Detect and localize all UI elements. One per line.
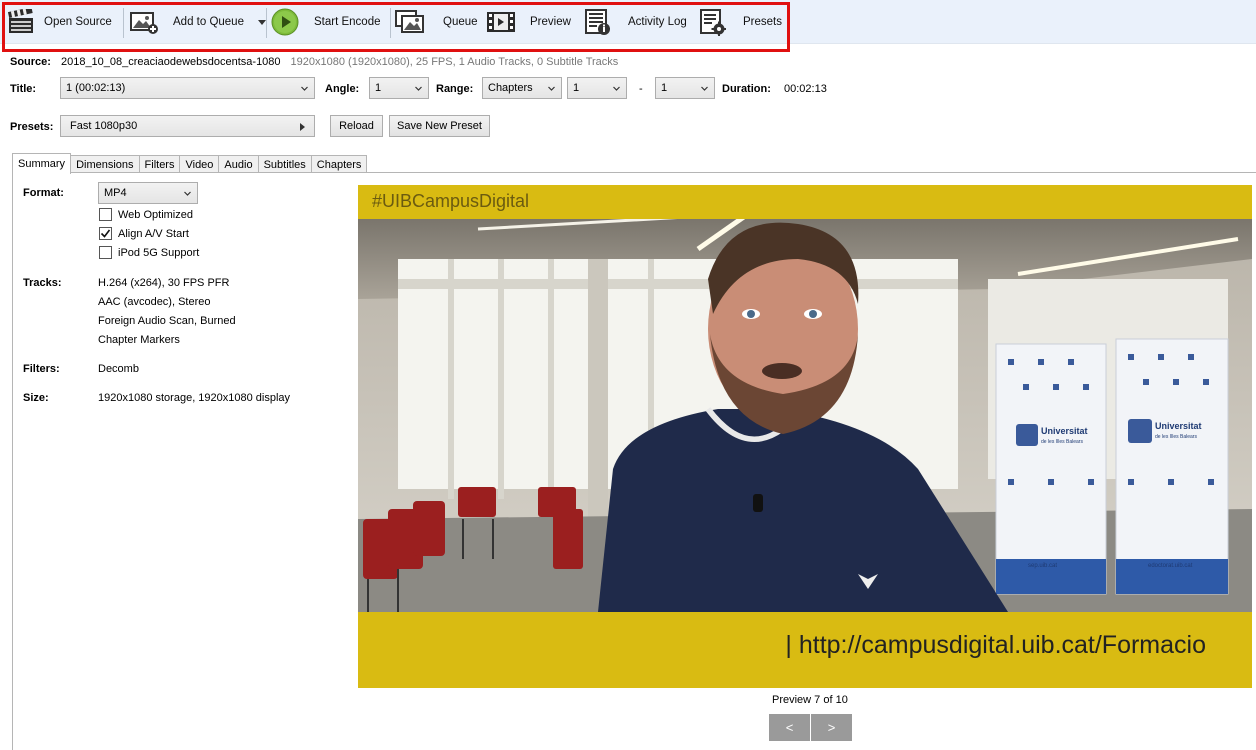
presets-row-label: Presets: — [10, 121, 54, 133]
web-optimized-label: Web Optimized — [118, 208, 193, 221]
presets-gear-icon — [697, 8, 727, 36]
range-start-select[interactable]: 1 — [567, 77, 627, 99]
start-encode-button[interactable]: Start Encode — [270, 8, 380, 36]
duration-value: 00:02:13 — [784, 83, 827, 95]
presets-button[interactable]: Presets — [697, 8, 782, 36]
toolbar: Open Source Add to Queue Start Encode Qu… — [0, 0, 1256, 44]
source-line: Source: 2018_10_08_creaciaodewebsdocents… — [10, 55, 618, 69]
source-details: 1920x1080 (1920x1080), 25 FPS, 1 Audio T… — [290, 56, 619, 68]
play-icon — [270, 8, 300, 36]
activity-log-button[interactable]: Activity Log — [582, 8, 687, 36]
title-label: Title: — [10, 83, 37, 95]
ipod-checkbox[interactable]: iPod 5G Support — [99, 246, 199, 259]
preview-hashtag: #UIBCampusDigital — [372, 191, 530, 211]
add-to-queue-button[interactable]: Add to Queue — [129, 8, 266, 36]
video-frame: Universitat de les Illes Balears Univers… — [358, 219, 1252, 612]
start-encode-label: Start Encode — [314, 16, 381, 28]
preview-url-text: | http://campusdigital.uib.cat/Formacio — [785, 631, 1206, 659]
next-preview-button[interactable]: > — [811, 714, 852, 741]
presets-label: Presets — [743, 16, 782, 28]
chevron-down-icon — [415, 86, 422, 91]
align-av-label: Align A/V Start — [118, 227, 189, 240]
filters-value: Decomb — [98, 363, 139, 375]
tab-summary[interactable]: Summary — [12, 153, 72, 174]
open-source-label: Open Source — [44, 16, 112, 28]
checkbox-box[interactable] — [99, 208, 112, 221]
chevron-right-icon — [300, 123, 305, 131]
range-start-value: 1 — [573, 82, 580, 94]
chevron-down-icon — [548, 86, 555, 91]
banner-brand-right: Universitat — [1155, 421, 1202, 431]
track-item: H.264 (x264), 30 FPS PFR — [98, 277, 230, 289]
chevron-down-icon — [701, 86, 708, 91]
range-mode-value: Chapters — [488, 82, 533, 94]
range-mode-select[interactable]: Chapters — [482, 77, 562, 99]
duration-label: Duration: — [722, 83, 771, 95]
track-item: Chapter Markers — [98, 334, 180, 346]
checkbox-box[interactable] — [99, 246, 112, 259]
queue-label: Queue — [443, 16, 478, 28]
size-label: Size: — [23, 392, 49, 404]
toolbar-separator — [266, 8, 267, 38]
tracks-label: Tracks: — [23, 277, 62, 289]
angle-select[interactable]: 1 — [369, 77, 429, 99]
images-icon — [395, 8, 425, 36]
reload-button[interactable]: Reload — [330, 115, 383, 137]
ipod-label: iPod 5G Support — [118, 246, 200, 259]
toolbar-separator — [123, 8, 124, 38]
clapperboard-icon — [6, 8, 36, 36]
banner-url-right: edoctorat.uib.cat — [1148, 563, 1193, 569]
range-label: Range: — [436, 83, 474, 95]
video-scene-illustration: Universitat de les Illes Balears Univers… — [358, 219, 1252, 612]
format-select-value: MP4 — [104, 187, 127, 199]
previous-preview-button[interactable]: < — [769, 714, 810, 741]
open-source-button[interactable]: Open Source — [6, 8, 112, 36]
preview-image: #UIBCampusDigital Universitat de les Ill… — [358, 185, 1252, 688]
source-name: 2018_10_08_creaciaodewebsdocentsa-1080 — [60, 56, 281, 68]
checkmark-icon — [100, 229, 111, 238]
format-select[interactable]: MP4 — [98, 182, 198, 204]
align-av-checkbox[interactable]: Align A/V Start — [99, 227, 189, 240]
banner-sub-right: de les Illes Balears — [1155, 434, 1197, 440]
add-to-queue-label: Add to Queue — [173, 16, 244, 28]
angle-label: Angle: — [325, 83, 360, 95]
chevron-down-icon — [301, 86, 308, 91]
chevron-down-icon[interactable] — [257, 19, 266, 25]
banner-url-left: sep.uib.cat — [1028, 563, 1057, 569]
range-end-select[interactable]: 1 — [655, 77, 715, 99]
activity-log-label: Activity Log — [628, 16, 687, 28]
film-icon — [486, 8, 516, 36]
preset-select-value: Fast 1080p30 — [70, 120, 138, 132]
web-optimized-checkbox[interactable]: Web Optimized — [99, 208, 193, 221]
title-select[interactable]: 1 (00:02:13) — [60, 77, 315, 99]
toolbar-separator — [390, 8, 391, 38]
preview-label: Preview — [530, 16, 571, 28]
add-image-icon — [129, 8, 159, 36]
save-new-preset-button[interactable]: Save New Preset — [389, 115, 490, 137]
source-label: Source: — [10, 56, 51, 68]
title-select-value: 1 (00:02:13) — [66, 82, 126, 94]
banner-sub-left: de les Illes Balears — [1041, 439, 1083, 445]
range-end-value: 1 — [661, 82, 668, 94]
queue-button[interactable]: Queue — [395, 8, 478, 36]
preview-caption: Preview 7 of 10 — [772, 694, 848, 706]
checkbox-box[interactable] — [99, 227, 112, 240]
preset-select[interactable]: Fast 1080p30 — [60, 115, 315, 137]
range-dash: - — [639, 83, 643, 95]
format-label: Format: — [23, 187, 64, 199]
track-item: Foreign Audio Scan, Burned — [98, 315, 236, 327]
angle-select-value: 1 — [375, 82, 382, 94]
track-item: AAC (avcodec), Stereo — [98, 296, 211, 308]
banner-brand-left: Universitat — [1041, 426, 1088, 436]
tab-bar: Summary Dimensions Filters Video Audio S… — [12, 153, 368, 174]
chevron-down-icon — [613, 86, 620, 91]
chevron-down-icon — [184, 191, 191, 196]
preview-button[interactable]: Preview — [486, 8, 571, 36]
filters-label: Filters: — [23, 363, 60, 375]
log-icon — [582, 8, 612, 36]
size-value: 1920x1080 storage, 1920x1080 display — [98, 392, 291, 404]
